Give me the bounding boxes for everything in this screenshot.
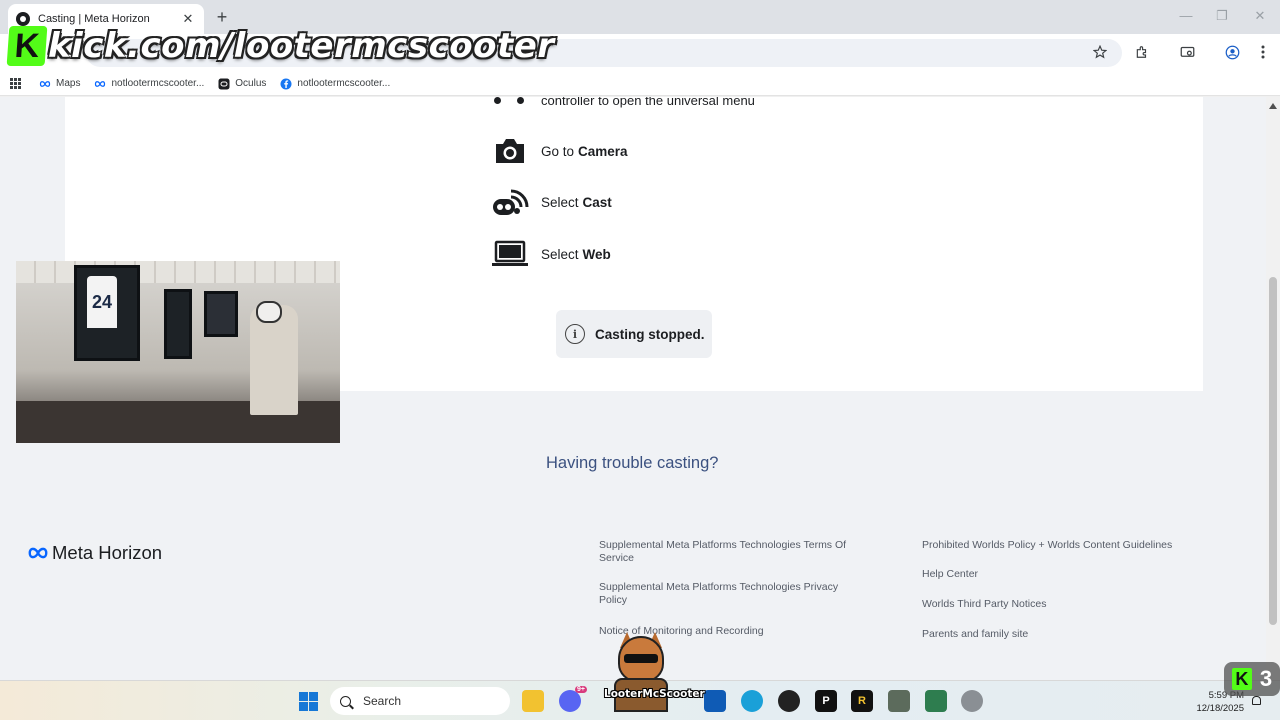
- search-icon: [340, 695, 351, 707]
- casting-status-toast: i Casting stopped.: [556, 310, 712, 358]
- having-trouble-link[interactable]: Having trouble casting?: [546, 454, 718, 473]
- mascot-name: LooterMcScooter: [604, 688, 705, 700]
- bookmark-oculus[interactable]: Oculus: [218, 78, 266, 90]
- step-prefix: Select: [541, 194, 579, 210]
- scrollbar-thumb[interactable]: [1269, 277, 1277, 625]
- file-explorer-icon[interactable]: [522, 690, 544, 712]
- page-scrollbar[interactable]: [1266, 97, 1280, 680]
- meta-horizon-logo[interactable]: Meta Horizon: [27, 542, 162, 564]
- profile-icon[interactable]: [1223, 43, 1241, 61]
- meta-infinity-icon: [39, 78, 51, 90]
- footer-link-prohibited-worlds[interactable]: Prohibited Worlds Policy + Worlds Conten…: [922, 539, 1222, 552]
- step-prefix: Go to: [541, 143, 575, 159]
- app-sphere-icon[interactable]: [961, 690, 983, 712]
- kick-viewer-badge: K 3: [1224, 662, 1280, 696]
- oculus-icon: [218, 78, 230, 90]
- footer-link-help-center[interactable]: Help Center: [922, 568, 1222, 581]
- framed-jersey: 24: [74, 265, 140, 361]
- cast-icon: [491, 186, 529, 218]
- laptop-icon: [491, 238, 529, 270]
- clock-date: 12/18/2025: [1196, 703, 1244, 714]
- app-p-icon[interactable]: P: [815, 690, 837, 712]
- windows-start-icon[interactable]: [299, 692, 318, 711]
- instruction-step-web: Select Web: [491, 238, 611, 270]
- footer-link-parents[interactable]: Parents and family site: [922, 628, 1222, 641]
- edge-icon[interactable]: [741, 690, 763, 712]
- meta-logo-icon: [27, 542, 49, 564]
- brand-name: Meta Horizon: [52, 542, 163, 563]
- microsoft-store-icon[interactable]: [704, 690, 726, 712]
- info-icon: i: [565, 324, 585, 344]
- restore-icon[interactable]: ❐: [1212, 8, 1232, 24]
- discord-icon[interactable]: 9+: [559, 686, 587, 712]
- step-bold: Camera: [578, 143, 628, 159]
- browser-menu-icon[interactable]: [1254, 43, 1272, 61]
- kick-badge-count: 3: [1259, 666, 1273, 691]
- step-bold: Web: [582, 246, 611, 262]
- taskbar-search[interactable]: Search: [330, 687, 510, 715]
- bookmark-maps[interactable]: Maps: [39, 78, 80, 90]
- bookmark-label: notlootermcscooter...: [297, 78, 391, 89]
- instruction-step-cast: Select Cast: [491, 186, 612, 218]
- kick-logo: K: [6, 26, 48, 66]
- close-window-icon[interactable]: ✕: [1250, 8, 1270, 24]
- notifications-bell-icon[interactable]: [1252, 696, 1261, 705]
- apps-grid-icon[interactable]: [10, 78, 21, 89]
- sunglasses-icon: [624, 654, 658, 663]
- lootermcscooter-mascot: LooterMcScooter: [604, 632, 705, 716]
- toast-message: Casting stopped.: [595, 326, 705, 342]
- step-prefix: Select: [541, 246, 579, 262]
- app-green-icon[interactable]: [925, 690, 947, 712]
- facebook-icon: [280, 78, 292, 90]
- search-placeholder: Search: [363, 694, 402, 708]
- footer-link-third-party[interactable]: Worlds Third Party Notices: [922, 598, 1222, 611]
- scroll-up-arrow-icon[interactable]: [1269, 103, 1277, 109]
- step-bold: Cast: [582, 194, 612, 210]
- kick-logo-small: K: [1231, 668, 1252, 690]
- bookmark-label: notlootermcscooter...: [111, 78, 205, 89]
- minimize-icon[interactable]: —: [1176, 8, 1196, 23]
- bookmark-notlootermcscooter-meta[interactable]: notlootermcscooter...: [94, 78, 204, 90]
- footer-link-terms[interactable]: Supplemental Meta Platforms Technologies…: [599, 539, 869, 565]
- instruction-step-partial: controller to open the universal menu: [491, 97, 755, 108]
- app-r-icon[interactable]: R: [851, 690, 873, 712]
- step-text: controller to open the universal menu: [541, 97, 755, 108]
- kick-url-overlay: K kick.com/lootermcscooter: [6, 20, 555, 72]
- bookmark-label: Maps: [56, 78, 81, 89]
- discord-badge: 9+: [575, 686, 587, 693]
- vr-headset: [256, 301, 282, 323]
- controller-buttons-icon: [491, 97, 529, 104]
- webcam-overlay: 24: [16, 261, 340, 443]
- bookmark-star-icon[interactable]: [1091, 43, 1109, 61]
- meta-infinity-icon: [94, 78, 106, 90]
- camera-icon: [491, 135, 529, 167]
- instruction-step-camera: Go to Camera: [491, 135, 628, 167]
- bookmark-notlootermcscooter-facebook[interactable]: notlootermcscooter...: [280, 78, 390, 90]
- app-tiles-icon[interactable]: [888, 690, 910, 712]
- kick-url-text: kick.com/lootermcscooter: [48, 26, 555, 66]
- cast-tab-icon[interactable]: [1178, 43, 1196, 61]
- jersey-number: 24: [87, 276, 117, 328]
- footer-link-privacy[interactable]: Supplemental Meta Platforms Technologies…: [599, 581, 859, 607]
- obs-icon[interactable]: [778, 690, 800, 712]
- bookmarks-bar: Maps notlootermcscooter... Oculus notloo…: [0, 72, 1280, 96]
- extensions-icon[interactable]: [1133, 43, 1151, 61]
- bookmark-label: Oculus: [235, 78, 267, 89]
